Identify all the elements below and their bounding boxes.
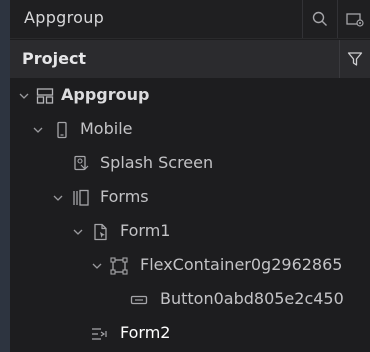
tree-item-label: Splash Screen [100, 153, 214, 172]
chevron-down-icon[interactable] [18, 90, 30, 102]
tree-item-label: FlexContainer0g2962865 [140, 255, 343, 274]
tree-item-forms[interactable]: Forms [10, 181, 370, 215]
project-explorer-window: Appgroup Project Appgroup Mobile Splash … [0, 0, 370, 352]
flex-container-icon [110, 257, 128, 275]
mobile-device-icon [57, 121, 67, 139]
filter-button[interactable] [339, 40, 370, 78]
filter-icon [347, 52, 363, 66]
splash-screen-icon [74, 155, 89, 171]
tree-item-form1[interactable]: Form1 [10, 215, 370, 249]
chevron-down-icon[interactable] [32, 124, 44, 136]
tree-item-flexcontainer[interactable]: FlexContainer0g2962865 [10, 249, 370, 283]
tree-item-label: Mobile [80, 119, 133, 138]
settings-button[interactable] [337, 0, 370, 38]
settings-icon [346, 13, 364, 27]
button-widget-icon [130, 295, 148, 305]
panel-header: Appgroup [10, 0, 370, 39]
tree-item-appgroup[interactable]: Appgroup [10, 79, 370, 113]
tree-item-button[interactable]: Button0abd805e2c450 [10, 283, 370, 317]
tree-item-label: Forms [100, 187, 149, 206]
tree-item-label: Button0abd805e2c450 [160, 289, 344, 308]
tree-item-form2[interactable]: Form2 [10, 317, 370, 351]
left-edge-strip [0, 0, 10, 352]
search-icon [312, 11, 327, 26]
tree-item-mobile[interactable]: Mobile [10, 113, 370, 147]
app-group-icon [36, 88, 54, 104]
search-button[interactable] [302, 0, 337, 38]
form-list-icon [92, 328, 107, 340]
project-title: Project [22, 49, 87, 68]
chevron-down-icon[interactable] [91, 260, 103, 272]
form-icon [94, 223, 107, 241]
tree-item-splash-screen[interactable]: Splash Screen [10, 147, 370, 181]
tree-item-label: Form2 [120, 323, 171, 342]
chevron-down-icon[interactable] [72, 226, 84, 238]
tree-item-label: Form1 [120, 221, 171, 240]
chevron-down-icon[interactable] [52, 192, 64, 204]
project-bar: Project [10, 40, 370, 78]
app-group-title: Appgroup [24, 8, 105, 27]
forms-icon [73, 189, 89, 206]
tree-item-label: Appgroup [61, 85, 150, 104]
project-panel: Appgroup Project Appgroup Mobile Splash … [10, 0, 370, 352]
